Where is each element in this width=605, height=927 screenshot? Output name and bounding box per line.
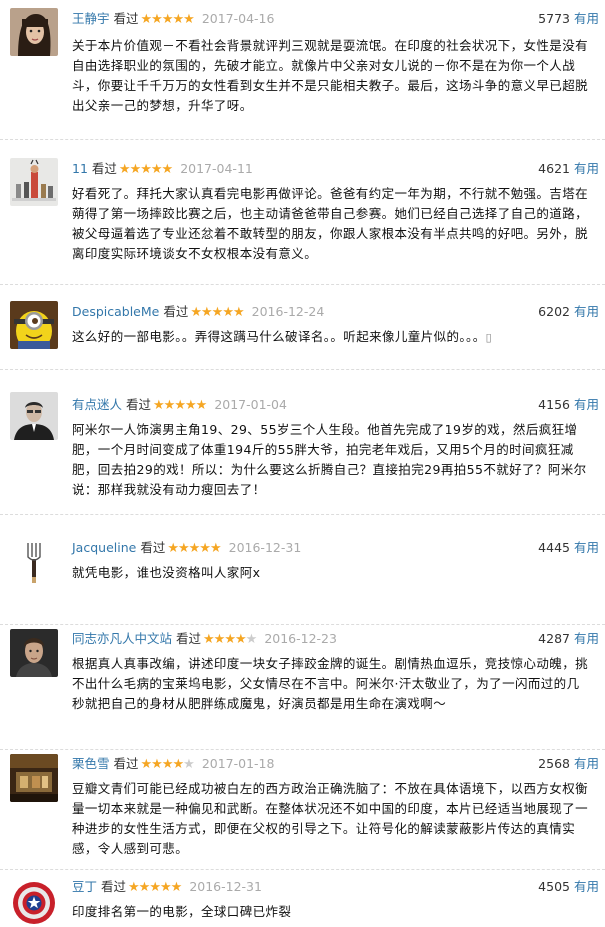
vote-area: 4445 有用 (538, 538, 599, 558)
review-item: 同志亦凡人中文站 看过 ★★★★★ 2016-12-23 4287 有用 根据真人真事改… (0, 625, 605, 750)
useful-button[interactable]: 有用 (574, 631, 599, 646)
user-avatar[interactable] (10, 158, 58, 206)
useful-button[interactable]: 有用 (574, 879, 599, 894)
username-link[interactable]: 王静宇 (72, 11, 110, 26)
review-meta: 有点迷人 看过 ★★★★★ 2017-01-04 (72, 395, 287, 415)
vote-count: 2568 (538, 756, 570, 771)
useful-button[interactable]: 有用 (574, 397, 599, 412)
watched-label: 看过 (113, 11, 139, 26)
vote-count: 4445 (538, 540, 570, 555)
rating-stars: ★★★★★ (118, 162, 173, 177)
rating-stars: ★★★★★ (140, 757, 195, 772)
review-meta: 11 看过 ★★★★★ 2017-04-11 (72, 159, 253, 179)
watched-label: 看过 (176, 631, 202, 646)
vote-area: 4287 有用 (538, 629, 599, 649)
review-text: 印度排名第一的电影，全球口碑已炸裂 (72, 904, 292, 919)
review-meta: Jacqueline 看过 ★★★★★ 2016-12-31 (72, 538, 301, 558)
review-item: 有点迷人 看过 ★★★★★ 2017-01-04 4156 有用 阿米尔一人饰演男主角1… (0, 370, 605, 515)
review-date: 2017-04-11 (180, 161, 253, 176)
useful-button[interactable]: 有用 (574, 304, 599, 319)
review-item: 11 看过 ★★★★★ 2017-04-11 4621 有用 好看死了。拜托大家认真看完… (0, 140, 605, 285)
review-text: 就凭电影，谁也没资格叫人家阿x (72, 565, 261, 580)
username-link[interactable]: 有点迷人 (72, 397, 122, 412)
useful-button[interactable]: 有用 (574, 540, 599, 555)
vote-area: 4505 有用 (538, 877, 599, 897)
user-avatar[interactable] (10, 8, 58, 56)
review-text: 阿米尔一人饰演男主角19、29、55岁三个人生段。他首先完成了19岁的戏，然后疯… (72, 422, 587, 497)
vote-area: 6202 有用 (538, 302, 599, 322)
username-link[interactable]: Jacqueline (72, 540, 136, 555)
review-meta: DespicableMe 看过 ★★★★★ 2016-12-24 (72, 302, 324, 322)
review-meta: 同志亦凡人中文站 看过 ★★★★★ 2016-12-23 (72, 629, 337, 649)
review-text: 好看死了。拜托大家认真看完电影再做评论。爸爸有约定一年为期，不行就不勉强。吉塔在… (72, 186, 589, 261)
review-item: 王静宇 看过 ★★★★★ 2017-04-16 5773 有用 关于本片价值观－不看社会… (0, 0, 605, 140)
review-text: 关于本片价值观－不看社会背景就评判三观就是耍流氓。在印度的社会状况下，女性是没有… (72, 38, 589, 113)
username-link[interactable]: 栗色雪 (72, 756, 110, 771)
username-link[interactable]: 同志亦凡人中文站 (72, 631, 172, 646)
rating-stars: ★★★★★ (153, 398, 207, 413)
user-avatar[interactable] (10, 301, 58, 349)
review-item: Jacqueline 看过 ★★★★★ 2016-12-31 4445 有用 就凭电影，… (0, 515, 605, 625)
vote-count: 4505 (538, 879, 570, 894)
username-link[interactable]: 豆丁 (72, 879, 97, 894)
user-avatar[interactable] (10, 629, 58, 677)
review-item: 豆丁 看过 ★★★★★ 2016-12-31 4505 有用 印度排名第一的电影，全球口… (0, 870, 605, 927)
review-text-body: 这么好的一部电影。。弄得这蹒马什么破译名。。听起来像儿童片似的。。。 (72, 329, 486, 344)
user-avatar[interactable] (10, 537, 58, 585)
watched-label: 看过 (140, 540, 166, 555)
review-date: 2017-01-04 (214, 397, 287, 412)
vote-count: 4621 (538, 161, 570, 176)
useful-button[interactable]: 有用 (574, 756, 599, 771)
vote-count: 6202 (538, 304, 570, 319)
rating-stars: ★★★★★ (190, 305, 244, 320)
watched-label: 看过 (91, 161, 117, 176)
user-avatar[interactable] (10, 879, 58, 927)
rating-stars: ★★★★★ (167, 541, 221, 556)
review-date: 2016-12-31 (228, 540, 302, 555)
review-meta: 王静宇 看过 ★★★★★ 2017-04-16 (72, 9, 274, 29)
emoji-icon: ▯ (485, 331, 493, 344)
review-meta: 豆丁 看过 ★★★★★ 2016-12-31 (72, 877, 262, 897)
user-avatar[interactable] (10, 754, 58, 802)
watched-label: 看过 (163, 304, 189, 319)
rating-stars: ★★★★★ (203, 632, 257, 647)
rating-stars: ★★★★★ (140, 12, 195, 27)
useful-button[interactable]: 有用 (574, 11, 599, 26)
rating-stars: ★★★★★ (128, 880, 182, 895)
review-text: 豆瓣文青们可能已经成功被白左的西方政治正确洗脑了：不放在具体语境下，以西方女权衡… (72, 781, 589, 856)
review-date: 2016-12-24 (251, 304, 325, 319)
vote-area: 4156 有用 (538, 395, 599, 415)
review-date: 2016-12-23 (264, 631, 337, 646)
review-meta: 栗色雪 看过 ★★★★★ 2017-01-18 (72, 754, 274, 774)
vote-area: 4621 有用 (538, 159, 599, 179)
vote-count: 4156 (538, 397, 570, 412)
username-link[interactable]: DespicableMe (72, 304, 159, 319)
review-date: 2016-12-31 (189, 879, 262, 894)
review-date: 2017-01-18 (201, 756, 275, 771)
watched-label: 看过 (113, 756, 139, 771)
review-item: DespicableMe 看过 ★★★★★ 2016-12-24 6202 有用 这么好… (0, 285, 605, 370)
review-text: 根据真人真事改编，讲述印度一块女子摔跤金牌的诞生。剧情热血逗乐，竞技惊心动魄，挑… (72, 656, 589, 711)
username-link[interactable]: 11 (72, 161, 88, 176)
vote-area: 5773 有用 (538, 9, 599, 29)
review-date: 2017-04-16 (201, 11, 275, 26)
watched-label: 看过 (126, 397, 152, 412)
review-text: 这么好的一部电影。。弄得这蹒马什么破译名。。听起来像儿童片似的。。。▯ (72, 327, 591, 348)
user-avatar[interactable] (10, 392, 58, 440)
vote-area: 2568 有用 (538, 754, 599, 774)
vote-count: 4287 (538, 631, 570, 646)
useful-button[interactable]: 有用 (574, 161, 599, 176)
review-item: 栗色雪 看过 ★★★★★ 2017-01-18 2568 有用 豆瓣文青们可能已经成功被… (0, 750, 605, 870)
vote-count: 5773 (538, 11, 570, 26)
watched-label: 看过 (101, 879, 127, 894)
